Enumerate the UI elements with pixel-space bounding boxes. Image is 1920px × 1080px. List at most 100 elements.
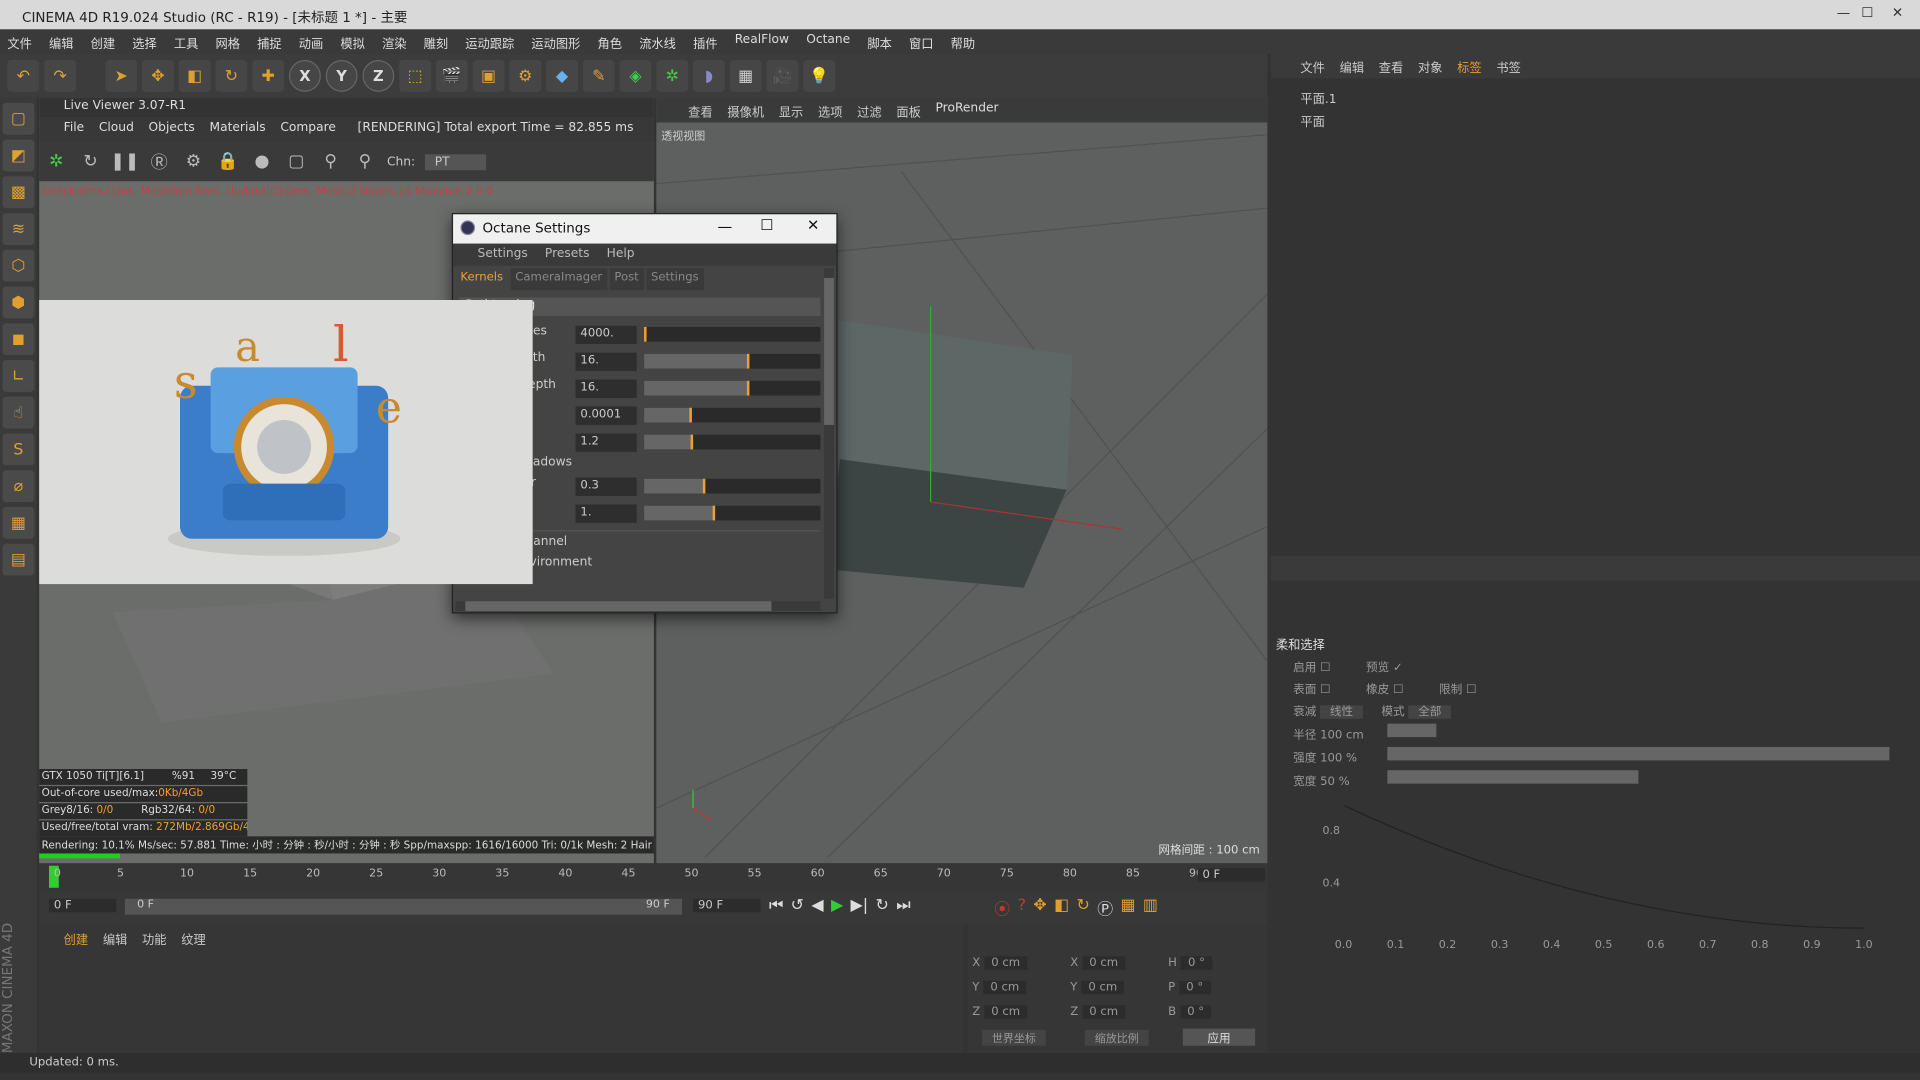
menu-item[interactable]: 捕捉 <box>257 33 281 54</box>
menu-item[interactable]: 工具 <box>174 33 198 54</box>
dialog-hscrollbar[interactable] <box>455 601 821 612</box>
rot-h[interactable]: 0 ° <box>1180 956 1213 970</box>
falloff-curve[interactable] <box>1344 805 1865 929</box>
workplane-icon[interactable]: ▤ <box>2 543 35 576</box>
subdivide-icon[interactable]: ◈ <box>619 60 652 92</box>
key-param-icon[interactable]: Ⓟ <box>1097 896 1113 919</box>
param-slider[interactable] <box>644 478 821 494</box>
region-icon[interactable]: Ⓡ <box>147 149 171 173</box>
texture-mode-icon[interactable]: ◩ <box>2 139 35 172</box>
pause-icon[interactable]: ❚❚ <box>111 149 140 173</box>
menu-item[interactable]: 运动图形 <box>531 33 580 54</box>
param-slider[interactable] <box>644 434 821 450</box>
falloff-select[interactable]: 线性 <box>1320 705 1363 719</box>
menu-item[interactable]: 插件 <box>693 33 717 54</box>
snap-icon[interactable]: S <box>2 433 35 466</box>
restart-icon[interactable]: ↻ <box>78 149 102 173</box>
size-x[interactable]: 0 cm <box>1081 956 1126 970</box>
falloff-graph[interactable]: 0.0 0.1 0.2 0.3 0.4 0.5 0.6 0.7 0.8 0.9 1.0 0.8 0.4 <box>1308 796 1908 955</box>
object-menu-item[interactable]: 对象 <box>1418 58 1442 79</box>
dialog-close-icon[interactable]: ✕ <box>807 217 819 234</box>
close-icon[interactable]: ✕ <box>1892 5 1903 21</box>
object-menu-item[interactable]: 文件 <box>1300 58 1324 79</box>
param-slider[interactable] <box>644 407 821 423</box>
strength-value[interactable]: 100 % <box>1320 752 1357 765</box>
frame-icon[interactable]: ▢ <box>284 149 308 173</box>
viewport-menu-item[interactable]: ProRender <box>936 102 999 123</box>
pos-y[interactable]: 0 cm <box>983 980 1027 995</box>
object-menu-item[interactable]: 编辑 <box>1340 58 1364 79</box>
menu-item[interactable]: 网格 <box>216 33 240 54</box>
undo-icon[interactable]: ↶ <box>7 60 40 92</box>
points-icon[interactable]: ⬡ <box>2 249 35 282</box>
chn-select[interactable]: PT <box>424 153 487 170</box>
lv-menu-item[interactable]: Materials <box>210 121 266 142</box>
floor-icon[interactable]: ▦ <box>729 60 762 92</box>
tab-settings[interactable]: Settings <box>646 268 704 291</box>
size-y[interactable]: 0 cm <box>1081 980 1125 995</box>
material-ball-icon[interactable]: ● <box>250 149 274 173</box>
render-picture-icon[interactable]: ▣ <box>472 60 505 92</box>
edges-icon[interactable]: ⬢ <box>2 286 35 319</box>
autokey-icon[interactable]: ? <box>1018 896 1026 919</box>
dialog-maximize-icon[interactable]: ☐ <box>760 217 773 234</box>
dialog-menu-item[interactable]: Settings <box>478 247 528 265</box>
width-slider[interactable] <box>1387 770 1639 784</box>
param-value[interactable]: 0.0001 <box>575 406 637 425</box>
menu-item[interactable]: 雕刻 <box>424 33 448 54</box>
param-value[interactable]: 4000. <box>575 325 637 345</box>
menu-item[interactable]: 流水线 <box>639 33 676 54</box>
lv-menu-item[interactable]: File <box>64 121 84 142</box>
render-view-icon[interactable]: 🎬 <box>435 60 468 92</box>
param-value[interactable]: 1.2 <box>575 433 637 452</box>
goto-end-icon[interactable]: ⏭ <box>896 896 910 914</box>
rot-p[interactable]: 0 ° <box>1178 980 1211 995</box>
param-value[interactable]: 16. <box>575 379 637 398</box>
menu-item[interactable]: Octane <box>806 33 850 54</box>
tweak-icon[interactable]: ☝ <box>2 396 35 429</box>
goto-start-icon[interactable]: ⏮ <box>769 896 783 914</box>
object-row[interactable]: 平面 <box>1283 111 1336 129</box>
x-axis-icon[interactable]: X <box>288 60 321 92</box>
move-icon[interactable]: ✥ <box>142 60 174 92</box>
polygons-icon[interactable]: ◼ <box>2 323 35 356</box>
menu-item[interactable]: 渲染 <box>382 33 406 54</box>
dialog-scrollbar[interactable] <box>824 268 834 599</box>
menu-item[interactable]: 创建 <box>91 33 115 54</box>
param-value[interactable]: 1. <box>575 504 637 523</box>
lv-menu-item[interactable]: Cloud <box>99 121 134 142</box>
minimize-icon[interactable]: — <box>1837 5 1850 21</box>
viewport-menu-item[interactable]: 选项 <box>818 102 842 123</box>
rot-b[interactable]: 0 ° <box>1179 1005 1212 1019</box>
key-points-icon[interactable]: ▦ <box>1120 896 1135 919</box>
param-value[interactable]: 16. <box>575 352 637 372</box>
redo-icon[interactable]: ↷ <box>44 60 76 92</box>
range-slider[interactable]: 0 F 90 F <box>124 898 683 915</box>
menu-item[interactable]: RealFlow <box>735 33 789 54</box>
pos-x[interactable]: 0 cm <box>983 956 1028 970</box>
tab-kernels[interactable]: Kernels <box>455 268 508 291</box>
z-axis-icon[interactable]: Z <box>362 60 395 92</box>
next-frame-icon[interactable]: ▶| <box>851 896 869 914</box>
settings-gear-icon[interactable]: ⚙ <box>181 149 205 173</box>
object-row[interactable]: 平面.1 <box>1283 88 1336 106</box>
lv-menu-item[interactable]: Objects <box>149 121 195 142</box>
radius-slider[interactable] <box>1387 723 1437 738</box>
grid-icon[interactable]: ▦ <box>2 506 35 539</box>
maximize-icon[interactable]: ☐ <box>1861 5 1873 21</box>
menu-item[interactable]: 动画 <box>299 33 323 54</box>
coord-system-icon[interactable]: ⬚ <box>399 60 432 92</box>
menu-item[interactable]: 脚本 <box>867 33 891 54</box>
scale-icon[interactable]: ◧ <box>178 60 211 92</box>
viewport-menu-item[interactable]: 面板 <box>896 102 920 123</box>
lv-menu-item[interactable]: Compare <box>280 121 336 142</box>
menu-item[interactable]: 角色 <box>598 33 622 54</box>
menu-item[interactable]: 模拟 <box>340 33 364 54</box>
param-slider[interactable] <box>644 326 821 342</box>
coord-mode-select[interactable]: 世界坐标 <box>982 1029 1046 1046</box>
record-icon[interactable]: ⦿ <box>994 896 1010 919</box>
object-menu-item[interactable]: 书签 <box>1496 58 1520 79</box>
width-value[interactable]: 50 % <box>1320 775 1350 788</box>
menu-item[interactable]: 选择 <box>132 33 156 54</box>
prev-key-icon[interactable]: ↺ <box>791 896 804 914</box>
